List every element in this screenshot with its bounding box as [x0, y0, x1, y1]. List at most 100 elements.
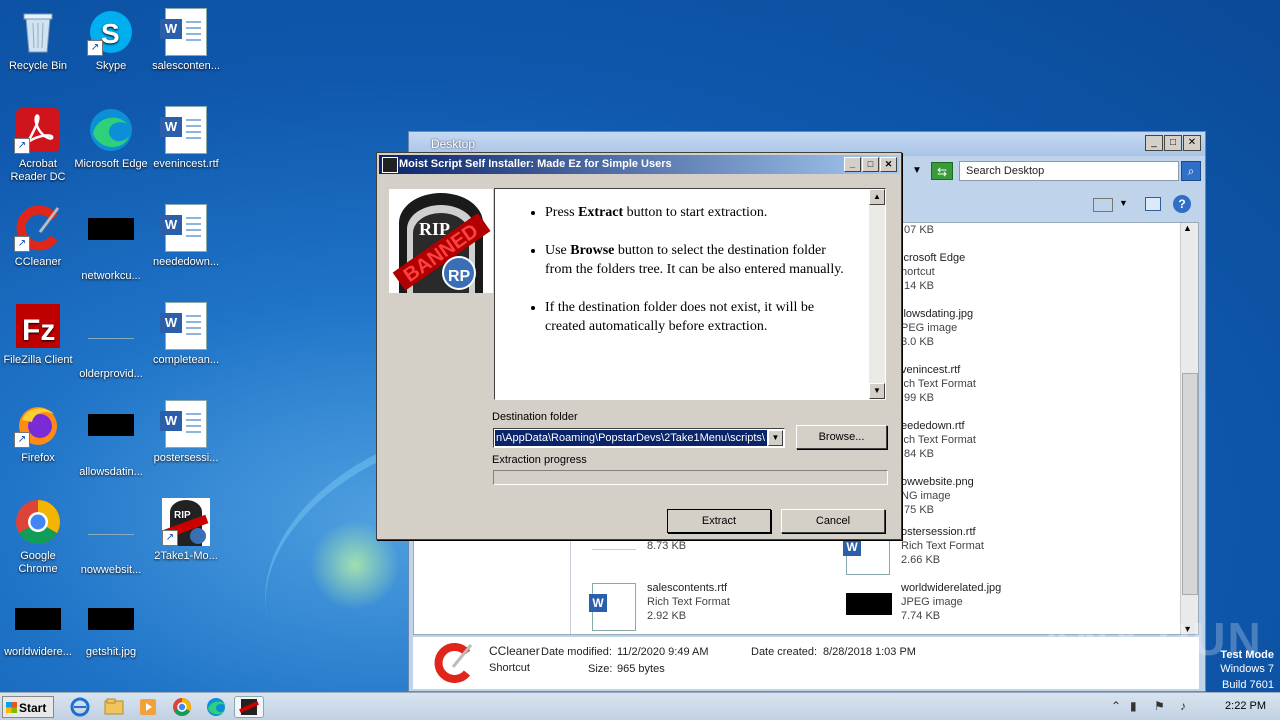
desktop-icon-allowsdatin[interactable]: allowsdatin...: [73, 394, 149, 479]
desktop-icon-label: olderprovid...: [79, 368, 143, 380]
file-size: .07 KB: [901, 224, 935, 236]
instructions-scrollbar[interactable]: ▲ ▼: [869, 189, 885, 399]
desktop-icon-completean[interactable]: W completean...: [148, 296, 224, 367]
word-document-icon: W: [160, 204, 210, 252]
svg-text:Fz: Fz: [22, 314, 55, 347]
file-item[interactable]: worldwiderelated.jpg JPEG image 7.74 KB: [846, 581, 1001, 623]
media-player-taskbar-icon[interactable]: [136, 696, 160, 718]
app-icon: [382, 157, 398, 173]
desktop-icon-label: FileZilla Client: [3, 354, 73, 366]
browse-button[interactable]: Browse...: [796, 425, 887, 449]
view-options-icon[interactable]: [1093, 198, 1113, 212]
desktop-icon-nowwebsit[interactable]: nowwebsit...: [73, 492, 149, 577]
chevron-down-icon[interactable]: ▼: [768, 430, 783, 446]
desktop-icon-recycle-bin[interactable]: Recycle Bin: [0, 2, 76, 73]
start-button[interactable]: Start: [2, 696, 54, 718]
desktop-icon-acrobat[interactable]: ↗ Acrobat Reader DC: [0, 100, 76, 184]
file-name: venincest.rtf: [901, 364, 961, 376]
file-list-scrollbar[interactable]: ▲ ▼: [1180, 223, 1198, 634]
extract-button[interactable]: Extract: [667, 509, 771, 533]
desktop-icon-firefox[interactable]: ↗ Firefox: [0, 394, 76, 465]
desktop-icon-label: Google Chrome: [18, 550, 58, 575]
banner-badge-text: RP: [448, 268, 471, 285]
destination-folder-input[interactable]: n\AppData\Roaming\PopstarDevs\2Take1Menu…: [493, 428, 785, 448]
installer-dialog[interactable]: Moist Script Self Installer: Made Ez for…: [376, 152, 902, 540]
file-type: JPEG image: [901, 596, 963, 608]
desktop-icon-getshit[interactable]: getshit.jpg: [73, 598, 149, 659]
search-input[interactable]: Search Desktop: [959, 161, 1179, 181]
details-size: 965 bytes: [617, 663, 665, 675]
desktop-icon-2take1[interactable]: RIP ↗ 2Take1-Mo...: [148, 492, 224, 563]
desktop-icon-ccleaner[interactable]: ↗ CCleaner: [0, 198, 76, 269]
file-item[interactable]: owwebsite.png NG image .75 KB: [901, 475, 974, 517]
show-hidden-icons-icon[interactable]: ⌃: [1111, 699, 1121, 713]
destination-folder-value: n\AppData\Roaming\PopstarDevs\2Take1Menu…: [495, 430, 767, 446]
desktop-icon-label: Firefox: [21, 452, 55, 464]
volume-tray-icon[interactable]: ♪: [1180, 699, 1186, 713]
cancel-button[interactable]: Cancel: [781, 509, 885, 533]
file-type: ich Text Format: [901, 434, 976, 446]
details-modified-label: Date modified:: [541, 646, 612, 658]
file-item[interactable]: venincest.rtf ich Text Format .99 KB: [901, 363, 976, 405]
taskbar-clock[interactable]: 2:22 PM: [1225, 700, 1266, 712]
instruction-item: Press Extract button to start extraction…: [545, 203, 845, 222]
file-name: ostersession.rtf: [901, 526, 976, 538]
preview-pane-icon[interactable]: [1145, 197, 1161, 211]
edge-taskbar-icon[interactable]: [204, 696, 228, 718]
file-item[interactable]: .07 KB: [901, 223, 934, 237]
desktop-icon-postersession[interactable]: W postersessi...: [148, 394, 224, 465]
chrome-taskbar-icon[interactable]: [170, 696, 194, 718]
close-button[interactable]: ✕: [1183, 135, 1201, 151]
scroll-down-icon[interactable]: ▼: [869, 383, 885, 399]
close-button[interactable]: ✕: [880, 157, 897, 172]
desktop-icon-filezilla[interactable]: Fz FileZilla Client: [0, 296, 76, 367]
image-thumbnail-icon: [87, 608, 135, 642]
desktop-icon-neededown[interactable]: W neededown...: [148, 198, 224, 269]
dialog-titlebar[interactable]: Moist Script Self Installer: Made Ez for…: [379, 155, 899, 174]
installer-taskbar-button[interactable]: [234, 696, 264, 718]
file-item[interactable]: icrosoft Edge hortcut .14 KB: [901, 251, 965, 293]
file-item[interactable]: eededown.rtf ich Text Format .84 KB: [901, 419, 976, 461]
chevron-down-icon[interactable]: ▼: [1119, 198, 1128, 208]
explorer-taskbar-icon[interactable]: [102, 696, 126, 718]
image-thumbnail-icon: [87, 414, 135, 462]
desktop-icon-olderprovid[interactable]: olderprovid...: [73, 296, 149, 381]
flag-tray-icon[interactable]: ⚑: [1154, 699, 1165, 713]
address-dropdown-arrow-icon[interactable]: ▼: [909, 162, 925, 180]
refresh-icon[interactable]: ⇆: [931, 162, 953, 180]
scroll-up-icon[interactable]: ▲: [1183, 223, 1192, 233]
maximize-button[interactable]: □: [1164, 135, 1182, 151]
file-name: eededown.rtf: [901, 420, 965, 432]
minimize-button[interactable]: _: [844, 157, 861, 172]
desktop-icon-label: Skype: [95, 60, 127, 72]
desktop-icon-networkcu[interactable]: networkcu...: [73, 198, 149, 283]
help-icon[interactable]: ?: [1173, 195, 1191, 213]
desktop-icon-edge[interactable]: Microsoft Edge: [73, 100, 149, 171]
file-type: NG image: [901, 490, 951, 502]
scroll-up-icon[interactable]: ▲: [869, 189, 885, 205]
desktop-icon-chrome[interactable]: Google Chrome: [0, 492, 76, 576]
edge-icon: [87, 106, 135, 154]
file-size: .99 KB: [901, 392, 935, 404]
desktop-icon-worldwiderelated[interactable]: worldwidere...: [0, 598, 76, 659]
desktop-background: Recycle Bin ↗ Acrobat Reader DC ↗ CClean…: [0, 0, 1280, 692]
scrollbar-thumb[interactable]: [1182, 373, 1198, 595]
skype-icon: S ↗: [87, 8, 135, 56]
desktop-icon-label: neededown...: [152, 256, 220, 268]
file-name: llowsdating.jpg: [901, 308, 974, 320]
minimize-button[interactable]: _: [1145, 135, 1163, 151]
desktop-icon-skype[interactable]: S ↗ Skype: [73, 2, 149, 73]
word-document-icon: W: [160, 106, 210, 154]
file-size: 8.73 KB: [647, 540, 687, 552]
maximize-button[interactable]: □: [862, 157, 879, 172]
file-size: 3.0 KB: [901, 336, 935, 348]
desktop-icon-evenincest[interactable]: W evenincest.rtf: [148, 100, 224, 171]
file-item[interactable]: W salescontents.rtf Rich Text Format 2.92 …: [589, 581, 730, 631]
desktop-icon-label: nowwebsit...: [80, 564, 142, 576]
file-item[interactable]: llowsdating.jpg PEG image 3.0 KB: [901, 307, 973, 349]
search-icon[interactable]: ⌕: [1181, 161, 1201, 181]
network-tray-icon[interactable]: ▮: [1130, 699, 1137, 713]
ie-taskbar-icon[interactable]: [68, 696, 92, 718]
file-size: 2.92 KB: [647, 610, 687, 622]
desktop-icon-salescontents[interactable]: W salesconten...: [148, 2, 224, 73]
